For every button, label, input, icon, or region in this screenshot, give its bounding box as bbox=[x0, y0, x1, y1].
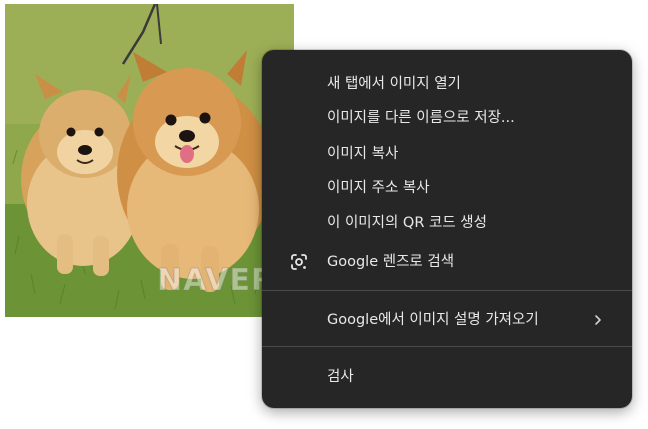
menu-item-copy-image-address[interactable]: 이미지 주소 복사 bbox=[262, 172, 632, 204]
dog-photo[interactable]: NAVER bbox=[5, 4, 294, 317]
menu-separator bbox=[262, 290, 632, 291]
menu-item-search-google-lens[interactable]: Google 렌즈로 검색 bbox=[262, 246, 632, 278]
menu-item-open-image-new-tab[interactable]: 새 탭에서 이미지 열기 bbox=[262, 68, 632, 100]
menu-item-copy-image[interactable]: 이미지 복사 bbox=[262, 138, 632, 170]
menu-item-label: Google 렌즈로 검색 bbox=[327, 254, 455, 270]
menu-item-label: 이미지 복사 bbox=[327, 146, 399, 162]
menu-item-label: Google에서 이미지 설명 가져오기 bbox=[327, 312, 539, 328]
menu-item-inspect[interactable]: 검사 bbox=[262, 361, 632, 393]
naver-watermark: NAVER bbox=[156, 263, 276, 299]
menu-item-label: 이 이미지의 QR 코드 생성 bbox=[327, 215, 487, 231]
menu-item-save-image-as[interactable]: 이미지를 다른 이름으로 저장... bbox=[262, 102, 632, 134]
chevron-right-icon bbox=[590, 312, 606, 328]
menu-item-label: 새 탭에서 이미지 열기 bbox=[327, 76, 461, 92]
menu-item-get-image-description[interactable]: Google에서 이미지 설명 가져오기 bbox=[262, 304, 632, 336]
menu-item-label: 검사 bbox=[327, 369, 354, 385]
menu-item-label: 이미지 주소 복사 bbox=[327, 180, 430, 196]
screen: NAVER 새 탭에서 이미지 열기 이미지를 다른 이름으로 저장... 이미… bbox=[0, 0, 648, 429]
menu-item-create-qr-code[interactable]: 이 이미지의 QR 코드 생성 bbox=[262, 207, 632, 239]
menu-item-label: 이미지를 다른 이름으로 저장... bbox=[327, 110, 515, 126]
context-menu: 새 탭에서 이미지 열기 이미지를 다른 이름으로 저장... 이미지 복사 이… bbox=[262, 50, 632, 408]
google-lens-icon bbox=[289, 252, 309, 272]
menu-separator bbox=[262, 346, 632, 347]
